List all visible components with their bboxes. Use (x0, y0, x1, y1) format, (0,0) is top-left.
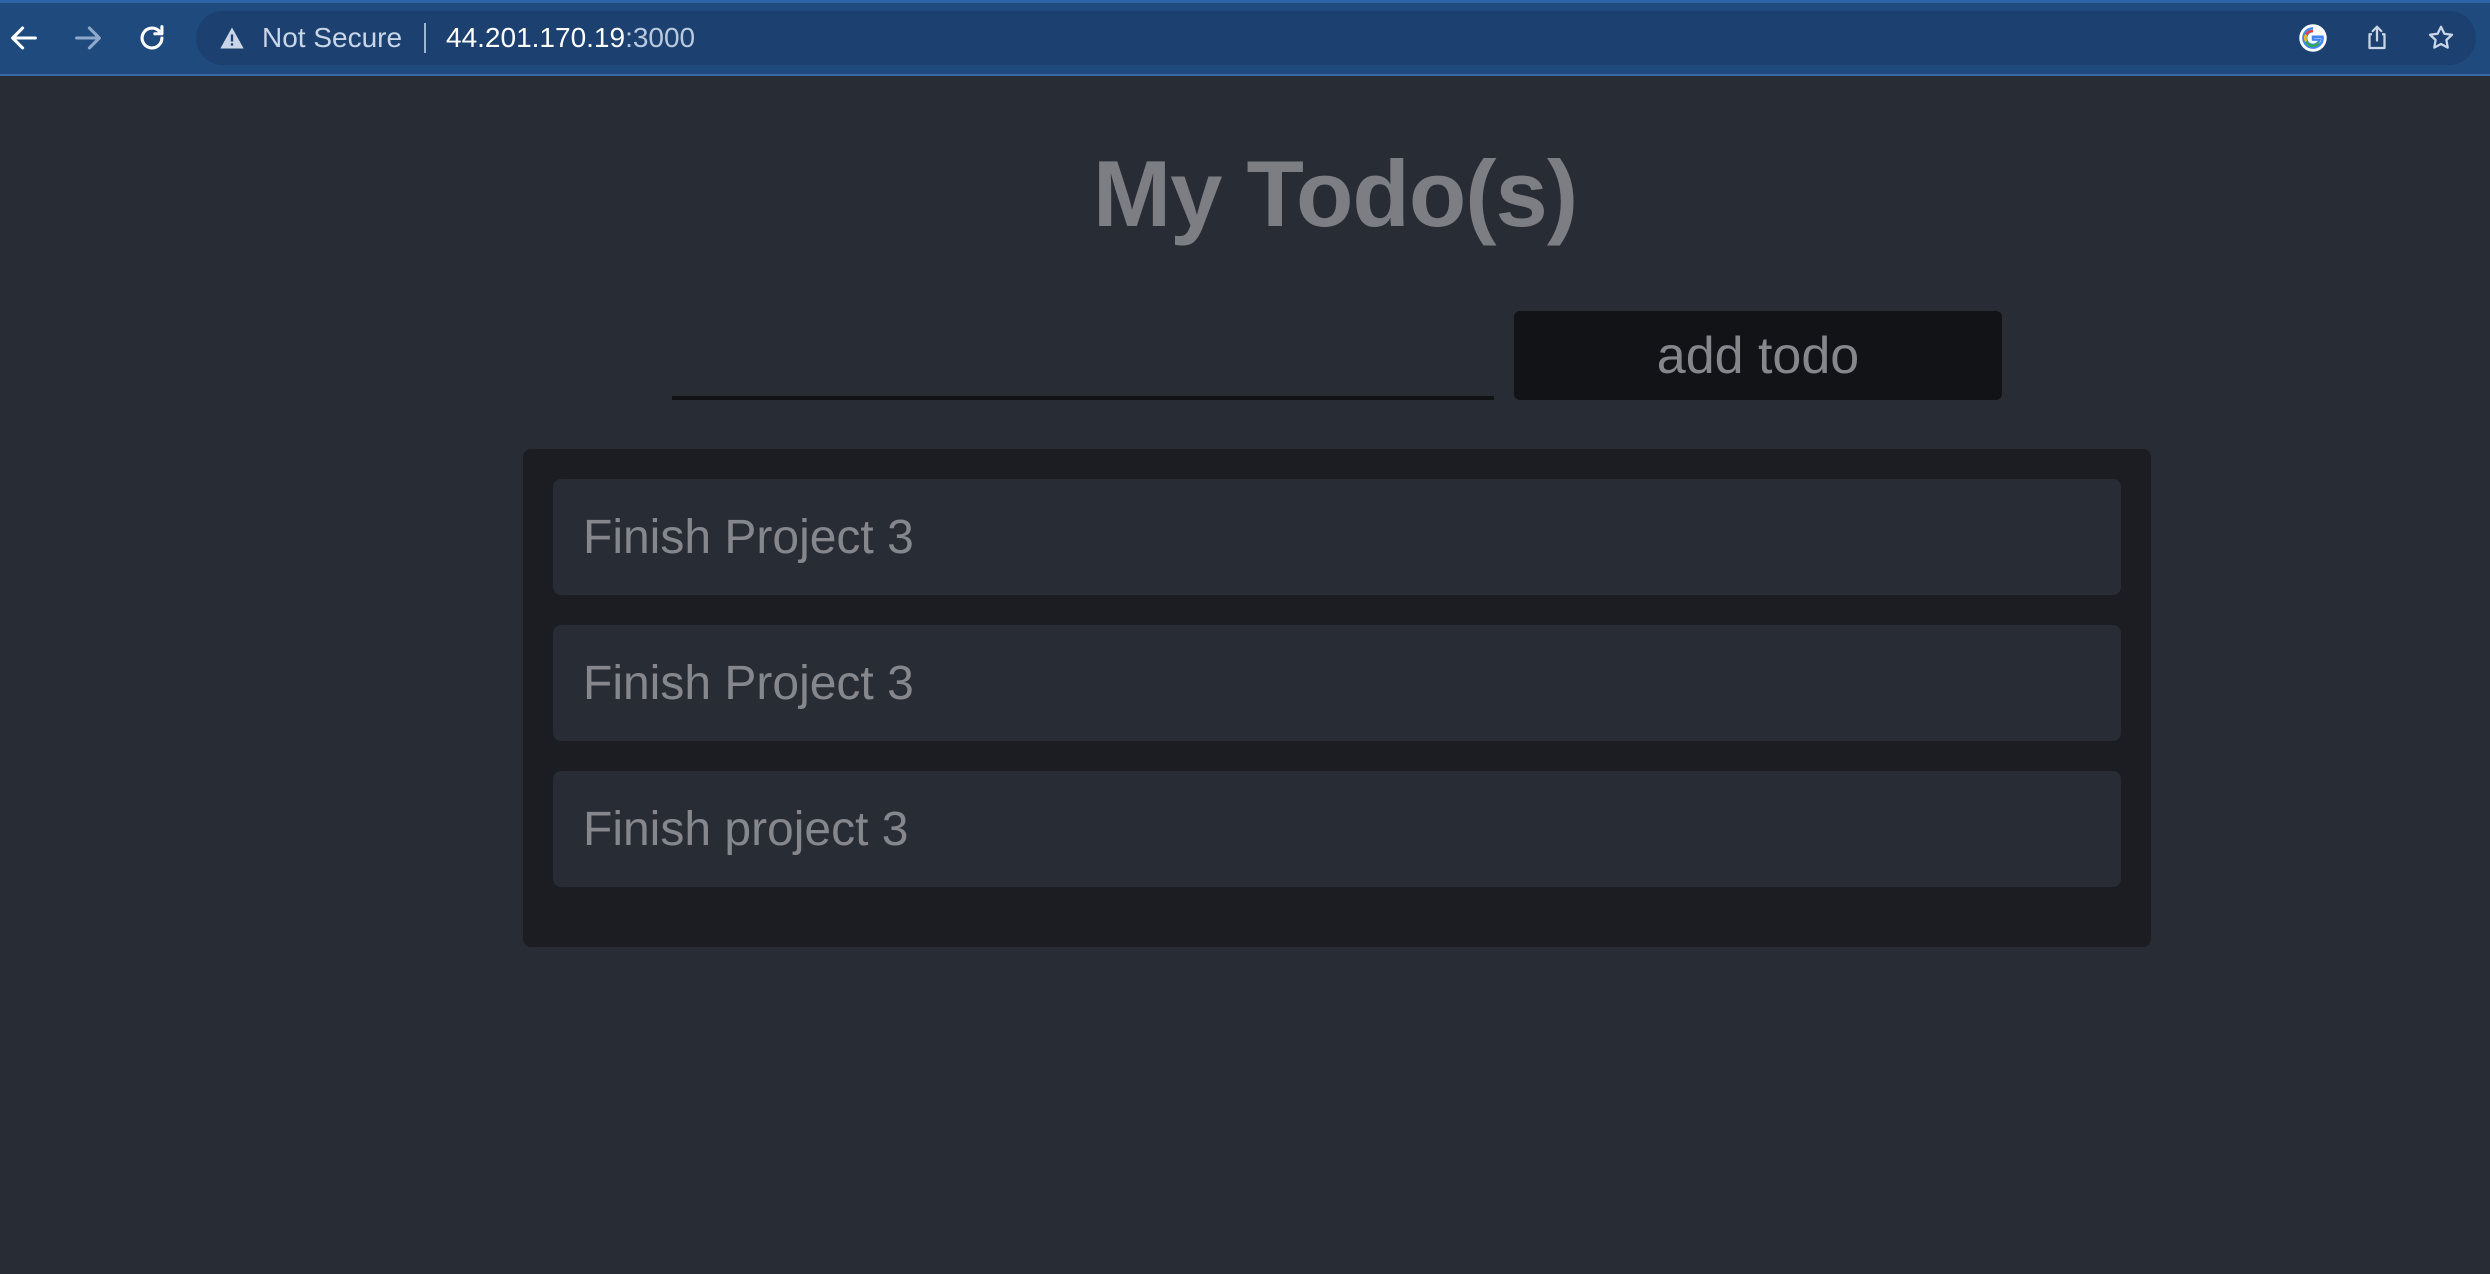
share-button[interactable] (2360, 21, 2394, 55)
bookmark-star-icon (2428, 25, 2454, 49)
reload-button[interactable] (128, 14, 176, 62)
security-status[interactable]: Not Secure (262, 23, 402, 53)
address-divider (424, 23, 426, 53)
forward-button[interactable] (64, 14, 112, 62)
back-icon (11, 26, 37, 50)
share-icon (2368, 25, 2386, 50)
warning-icon[interactable] (218, 24, 246, 52)
todo-list: Finish Project 3 Finish Project 3 Finish… (523, 449, 2151, 947)
forward-icon (75, 26, 101, 50)
url-port: :3000 (625, 22, 696, 53)
url-text[interactable]: 44.201.170.19:3000 (446, 23, 695, 53)
reload-icon (140, 25, 164, 50)
add-todo-button[interactable]: add todo (1514, 311, 2002, 400)
tab-strip-edge (0, 0, 2490, 3)
todo-item[interactable]: Finish Project 3 (553, 479, 2121, 595)
back-button[interactable] (0, 14, 48, 62)
todo-item[interactable]: Finish project 3 (553, 771, 2121, 887)
google-icon (2299, 24, 2327, 52)
todo-item[interactable]: Finish Project 3 (553, 625, 2121, 741)
browser-toolbar: Not Secure 44.201.170.19:3000 (0, 0, 2490, 76)
address-bar[interactable]: Not Secure 44.201.170.19:3000 (196, 11, 2476, 65)
todo-input[interactable] (672, 322, 1494, 400)
page-title: My Todo(s) (1092, 141, 1578, 246)
bookmark-button[interactable] (2424, 21, 2458, 55)
url-host: 44.201.170.19 (446, 22, 626, 53)
google-lens-button[interactable] (2296, 21, 2330, 55)
